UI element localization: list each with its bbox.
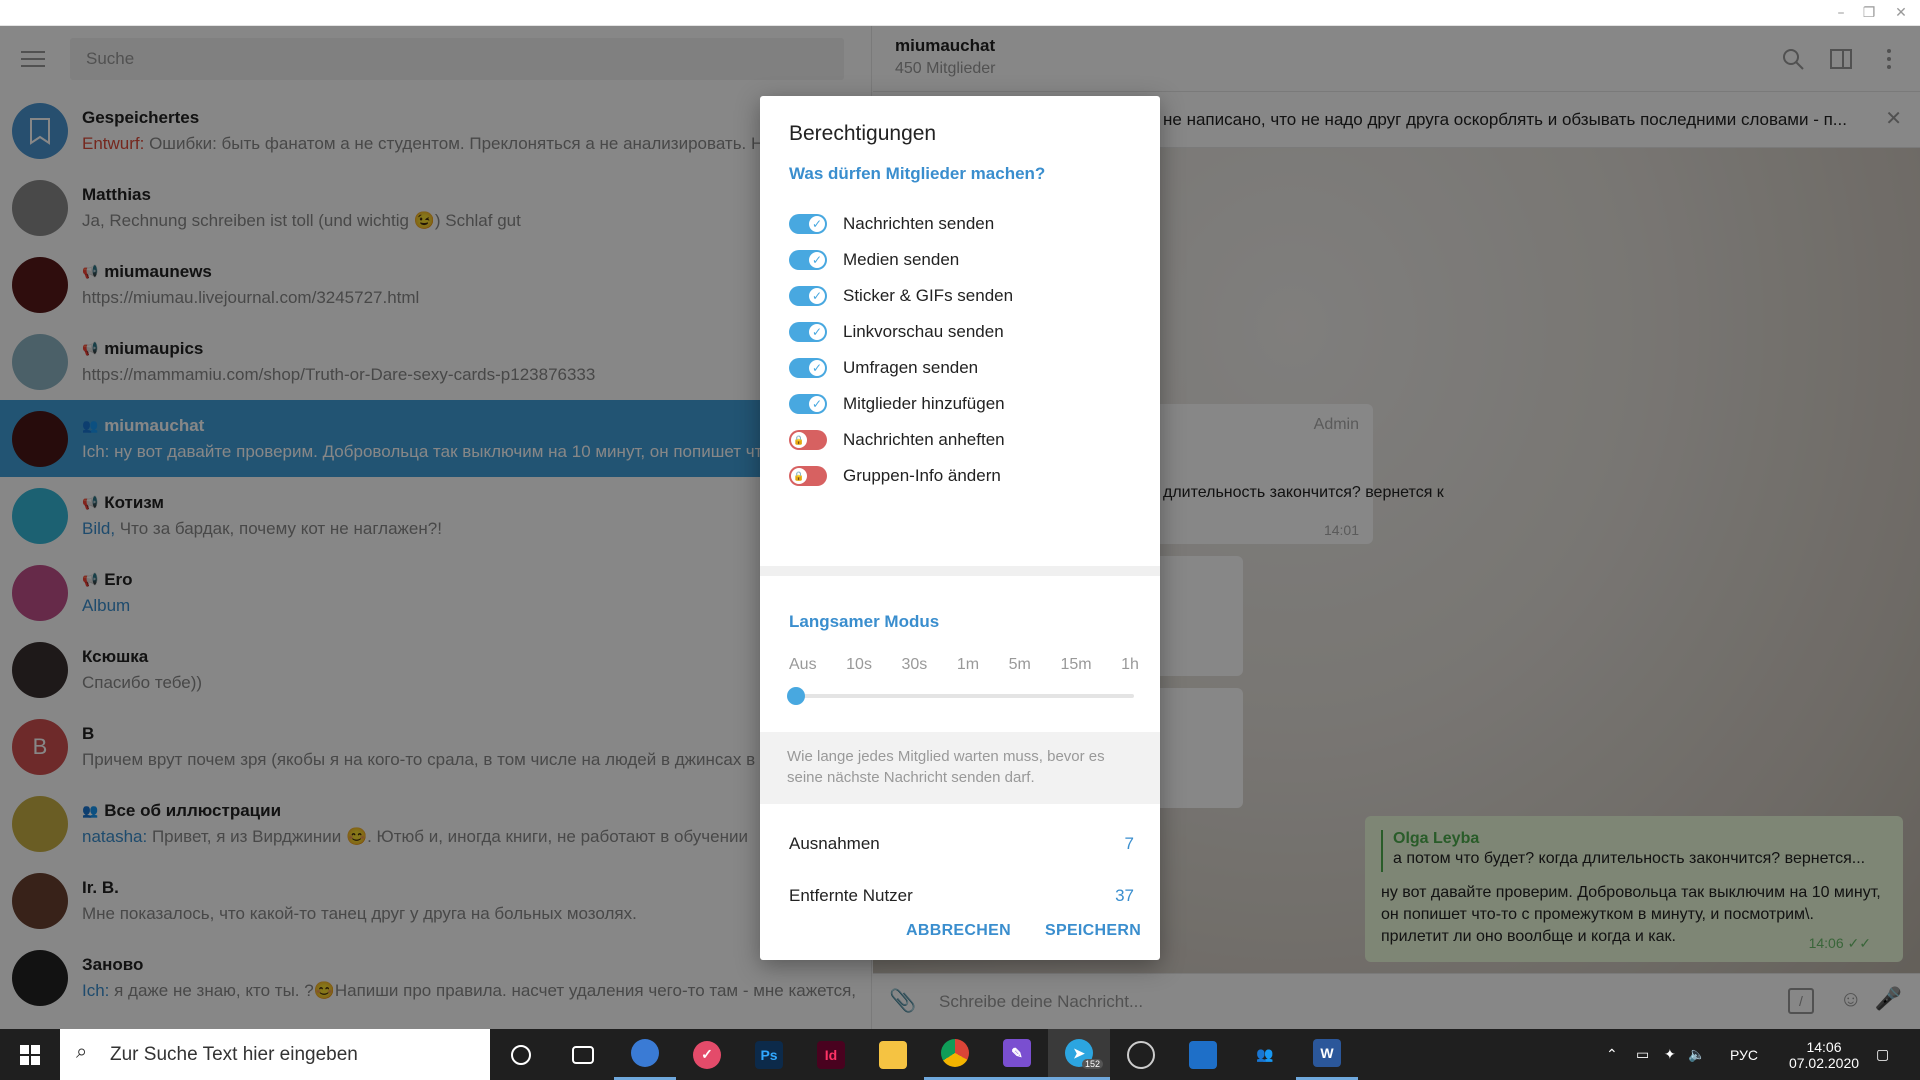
clock-date: 07.02.2020 (1788, 1054, 1860, 1071)
spiral-app-icon[interactable] (1110, 1029, 1172, 1080)
check-icon: ✓ (808, 287, 826, 305)
network-icon[interactable]: ▭ (1636, 1029, 1649, 1080)
search-icon: ⌕ (76, 1041, 88, 1063)
clock-time: 14:06 (1806, 1038, 1842, 1055)
permission-label: Nachrichten senden (843, 214, 995, 233)
exceptions-row[interactable]: Ausnahmen 7 (789, 834, 1134, 854)
slow-mode-option[interactable]: 1m (957, 656, 979, 674)
slider-handle[interactable] (787, 687, 805, 705)
telegram-icon[interactable]: ➤ 152 (1048, 1029, 1110, 1080)
dialog-title: Berechtigungen (789, 122, 937, 145)
slow-mode-option[interactable]: 10s (846, 656, 872, 674)
permission-toggle[interactable]: 🔒 (789, 466, 827, 486)
removed-count: 37 (1115, 886, 1134, 905)
permissions-dialog: Berechtigungen Was dürfen Mitglieder mac… (760, 96, 1160, 960)
thunderbird-icon[interactable] (614, 1029, 676, 1080)
permission-row[interactable]: 🔒 Nachrichten anheften (789, 422, 1005, 458)
permission-label: Umfragen senden (843, 358, 979, 377)
permission-row[interactable]: ✓ Sticker & GIFs senden (789, 278, 1013, 314)
clock[interactable]: 14:06 07.02.2020 (1786, 1029, 1862, 1080)
check-icon: ✓ (808, 359, 826, 377)
people-icon[interactable]: 👥 (1234, 1029, 1296, 1080)
cortana-icon[interactable] (490, 1029, 552, 1080)
slow-mode-options: Aus 10s 30s 1m 5m 15m 1h (789, 656, 1139, 674)
tray-app-icon[interactable]: ✦ (1664, 1029, 1676, 1080)
divider (760, 566, 1160, 576)
permission-toggle[interactable]: ✓ (789, 250, 827, 270)
word-icon[interactable]: W (1296, 1029, 1358, 1080)
permission-label: Nachrichten anheften (843, 430, 1005, 449)
permission-row[interactable]: 🔒 Gruppen-Info ändern (789, 458, 1001, 494)
section-title: Was dürfen Mitglieder machen? (789, 164, 1046, 183)
exceptions-count: 7 (1124, 834, 1134, 853)
permission-row[interactable]: ✓ Nachrichten senden (789, 206, 994, 242)
check-icon: ✓ (808, 215, 826, 233)
file-explorer-icon[interactable] (862, 1029, 924, 1080)
permission-label: Linkvorschau senden (843, 322, 1004, 341)
tasks-app-icon[interactable]: ✓ (676, 1029, 738, 1080)
telegram-badge: 152 (1082, 1059, 1104, 1069)
slow-mode-title: Langsamer Modus (789, 612, 940, 631)
taskbar-search-placeholder: Zur Suche Text hier eingeben (110, 1043, 358, 1065)
chrome-icon[interactable] (924, 1029, 986, 1080)
check-icon: ✓ (808, 395, 826, 413)
minimize-button[interactable]: – (1828, 3, 1854, 23)
volume-icon[interactable]: 🔈 (1688, 1029, 1705, 1080)
windows-start-icon[interactable] (0, 1029, 60, 1080)
tray-chevron-icon[interactable]: ⌃ (1606, 1029, 1618, 1080)
photoshop-icon[interactable]: Ps (738, 1029, 800, 1080)
permission-label: Mitglieder hinzufügen (843, 394, 1005, 413)
cancel-button[interactable]: ABBRECHEN (906, 922, 1011, 940)
check-icon: ✓ (808, 251, 826, 269)
task-view-icon[interactable] (552, 1029, 614, 1080)
lock-icon: 🔒 (790, 431, 808, 449)
slow-mode-option[interactable]: 1h (1121, 656, 1139, 674)
slow-mode-hint: Wie lange jedes Mitglied warten muss, be… (760, 732, 1160, 804)
settings-app-icon[interactable] (1172, 1029, 1234, 1080)
permission-toggle[interactable]: ✓ (789, 394, 827, 414)
lock-icon: 🔒 (790, 467, 808, 485)
window-titlebar: – ❐ ✕ (0, 0, 1920, 26)
slow-mode-slider[interactable] (787, 687, 1134, 705)
taskbar-search-input[interactable]: ⌕ Zur Suche Text hier eingeben (60, 1029, 490, 1080)
taskbar: ⌕ Zur Suche Text hier eingeben ✓ Ps Id ✎… (0, 1029, 1920, 1080)
permission-toggle[interactable]: 🔒 (789, 430, 827, 450)
slow-mode-option[interactable]: Aus (789, 656, 817, 674)
indesign-icon[interactable]: Id (800, 1029, 862, 1080)
permission-toggle[interactable]: ✓ (789, 286, 827, 306)
permission-label: Gruppen-Info ändern (843, 466, 1001, 485)
permission-label: Medien senden (843, 250, 960, 269)
restore-button[interactable]: ❐ (1856, 3, 1882, 23)
removed-users-row[interactable]: Entfernte Nutzer 37 (789, 886, 1134, 906)
save-button[interactable]: SPEICHERN (1045, 922, 1141, 940)
permission-toggle[interactable]: ✓ (789, 214, 827, 234)
exceptions-label: Ausnahmen (789, 834, 880, 853)
telegram-app: Suche Gespeichertes Entwurf: Ошибки: быть… (0, 26, 1920, 1029)
pen-tool-icon[interactable]: ✎ (986, 1029, 1048, 1080)
language-indicator[interactable]: РУС (1730, 1029, 1758, 1080)
slow-mode-option[interactable]: 5m (1009, 656, 1031, 674)
permission-row[interactable]: ✓ Linkvorschau senden (789, 314, 1004, 350)
permission-row[interactable]: ✓ Umfragen senden (789, 350, 978, 386)
permission-toggle[interactable]: ✓ (789, 322, 827, 342)
check-icon: ✓ (808, 323, 826, 341)
close-window-button[interactable]: ✕ (1888, 3, 1914, 23)
permission-label: Sticker & GIFs senden (843, 286, 1014, 305)
slow-mode-option[interactable]: 30s (902, 656, 928, 674)
removed-label: Entfernte Nutzer (789, 886, 913, 905)
slow-mode-option[interactable]: 15m (1060, 656, 1091, 674)
permission-toggle[interactable]: ✓ (789, 358, 827, 378)
permission-row[interactable]: ✓ Mitglieder hinzufügen (789, 386, 1005, 422)
notifications-icon[interactable]: ▢ (1876, 1029, 1889, 1080)
permission-row[interactable]: ✓ Medien senden (789, 242, 959, 278)
